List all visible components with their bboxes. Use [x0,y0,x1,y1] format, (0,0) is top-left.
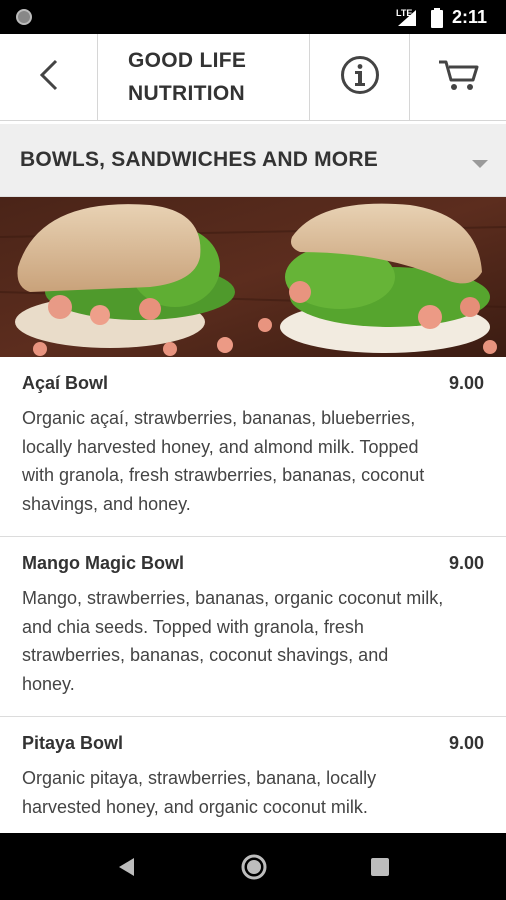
menu-item-description: Mango, strawberries, bananas, organic co… [22,588,444,694]
menu-item-price: 9.00 [448,373,484,393]
cart-button[interactable] [410,34,506,120]
info-button[interactable] [311,34,410,120]
system-nav-bar [0,833,506,900]
dropdown-arrow-icon [472,156,488,174]
category-selector[interactable]: BOWLS, SANDWICHES AND MORE [0,124,506,197]
menu-item-price: 9.00 [448,733,484,753]
back-button[interactable] [0,34,98,120]
menu-item-name: Pitaya Bowl [22,733,124,753]
nav-back-icon[interactable] [118,857,136,882]
category-label: BOWLS, SANDWICHES AND MORE [20,148,378,171]
menu-list: Açaí Bowl 9.00 Organic açaí, strawberrie… [0,357,506,833]
nav-recents-icon[interactable] [371,858,389,881]
network-type: LTE [396,8,413,18]
page-title: GOOD LIFE NUTRITION [128,49,247,105]
menu-item-description: Organic açaí, strawberries, bananas, blu… [22,408,425,514]
notification-icon [16,9,32,25]
menu-item[interactable]: Mango Magic Bowl 9.00 Mango, strawberrie… [0,537,506,717]
title-container: GOOD LIFE NUTRITION [98,34,310,120]
menu-item-name: Açaí Bowl [22,373,109,393]
category-banner-image [0,197,506,357]
app-header: GOOD LIFE NUTRITION [0,34,506,121]
info-icon [340,55,380,100]
menu-item-description: Organic pitaya, strawberries, banana, lo… [22,768,377,817]
status-bar: LTE 2:11 [0,0,506,34]
menu-item[interactable]: Pitaya Bowl 9.00 Organic pitaya, strawbe… [0,717,506,833]
menu-item-price: 9.00 [448,553,484,573]
battery-icon [431,8,443,33]
clock: 2:11 [452,7,488,27]
menu-item-name: Mango Magic Bowl [22,553,184,573]
chevron-left-icon [38,58,60,97]
cart-icon [437,58,479,97]
menu-item[interactable]: Açaí Bowl 9.00 Organic açaí, strawberrie… [0,357,506,537]
nav-home-icon[interactable] [241,854,267,885]
